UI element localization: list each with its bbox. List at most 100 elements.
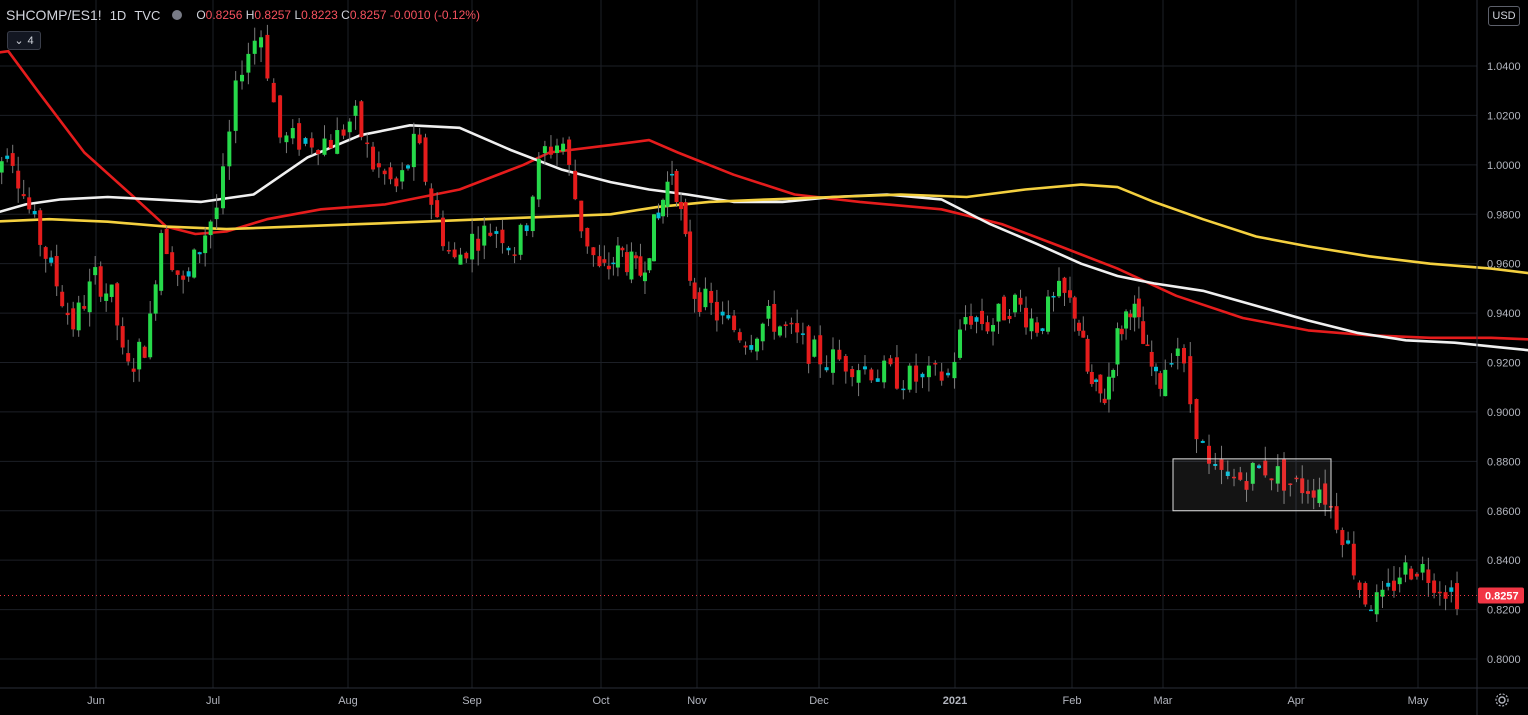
candle-body [561, 143, 566, 152]
candle-body [38, 210, 43, 245]
candle-body [597, 256, 602, 267]
time-tick-label: Apr [1287, 695, 1304, 707]
price-tick-label: 1.0200 [1487, 110, 1521, 122]
candle-body [208, 221, 213, 236]
price-tick-label: 0.9000 [1487, 407, 1521, 419]
candle-body [1068, 290, 1073, 298]
candle-body [365, 142, 370, 145]
candle-body [1077, 322, 1082, 331]
candle-body [5, 155, 10, 159]
time-tick-label: Dec [809, 695, 829, 707]
time-tick-label: Sep [462, 695, 482, 707]
candle-body [755, 338, 760, 352]
candle-body [458, 254, 463, 265]
candle-body [170, 252, 175, 271]
ma-line-yellow [0, 183, 1528, 275]
interval-label[interactable]: 1D [110, 8, 127, 23]
candle-body [500, 229, 505, 244]
candle-body [647, 258, 652, 271]
candle-body [406, 165, 411, 169]
candle-body [347, 121, 352, 133]
indicator-toggle-button[interactable]: ⌄ 4 [7, 31, 41, 50]
candle-body [683, 202, 688, 235]
candle-body [1153, 366, 1158, 372]
candle-body [1062, 277, 1067, 293]
candle-body [512, 254, 517, 256]
candle-body [920, 373, 925, 378]
source-label: TVC [134, 7, 161, 23]
candle-body [309, 138, 314, 148]
candle-body [749, 345, 754, 350]
candle-body [197, 252, 202, 255]
candle-body [0, 161, 4, 173]
settings-gear-icon[interactable] [1494, 692, 1510, 708]
candle-body [93, 267, 98, 276]
candle-body [907, 365, 912, 390]
candle-body [16, 170, 21, 189]
candle-body [573, 170, 578, 200]
time-tick-label: Jul [206, 695, 220, 707]
candle-body [417, 134, 422, 144]
candle-body [1085, 338, 1090, 372]
candle-body [760, 323, 765, 342]
candle-body [1051, 295, 1056, 298]
candle-body [585, 227, 590, 247]
candle-body [1029, 318, 1034, 332]
candle-body [958, 329, 963, 358]
candle-body [60, 291, 65, 307]
candle-body [1163, 369, 1168, 397]
price-tick-label: 0.9600 [1487, 259, 1521, 271]
candle-body [1094, 379, 1099, 382]
currency-button[interactable]: USD [1488, 6, 1520, 26]
candle-body [1145, 344, 1150, 347]
candle-body [548, 146, 553, 155]
candle-body [71, 308, 76, 330]
candle-body [435, 200, 440, 218]
candle-body [148, 313, 153, 358]
price-tick-label: 1.0000 [1487, 160, 1521, 172]
candle-body [732, 315, 737, 331]
candle-body [446, 249, 451, 252]
candle-body [411, 133, 416, 168]
candle-body [602, 259, 607, 263]
candle-body [482, 225, 487, 246]
status-dot-icon [172, 10, 183, 20]
time-tick-label: Feb [1063, 695, 1082, 707]
candle-body [303, 138, 308, 144]
candle-body [159, 233, 164, 291]
ma-line-red [0, 49, 1528, 341]
candle-body [629, 251, 634, 280]
candle-body [1072, 297, 1077, 319]
candle-body [969, 316, 974, 325]
candle-body [87, 281, 92, 313]
candle-body [394, 178, 399, 187]
open-value: 0.8256 [205, 8, 243, 22]
time-axis: Jun Jul Aug Sep Oct Nov Dec 2021 Feb Mar Apr May [0, 687, 1528, 707]
candle-body [476, 238, 481, 251]
symbol-label[interactable]: SHCOMP/ES1! [6, 7, 102, 23]
candle-body [32, 210, 37, 215]
price-chart[interactable]: 1.0400 1.0200 1.0000 0.9800 0.9600 0.9400 0.92… [0, 0, 1528, 715]
candle-body [1409, 568, 1414, 580]
time-tick-label: Jun [87, 695, 105, 707]
candle-body [1432, 580, 1437, 593]
candle-body [638, 256, 643, 276]
candle-body [555, 145, 560, 154]
candle-body [1455, 583, 1460, 610]
candle-body [963, 317, 968, 325]
candle-body [120, 326, 125, 348]
candle-body [506, 247, 511, 251]
candle-body [1136, 298, 1141, 318]
candle-body [10, 153, 15, 166]
price-tick-label: 0.8200 [1487, 605, 1521, 617]
candle-body [1111, 369, 1116, 378]
candle-body [126, 353, 131, 362]
candle-body [1403, 562, 1408, 575]
candle-body [240, 74, 245, 82]
candle-body [661, 199, 666, 217]
candle-body [1449, 587, 1454, 592]
candle-body [1194, 399, 1199, 440]
candle-body [1334, 506, 1339, 530]
candle-body [665, 181, 670, 207]
candle-body [656, 212, 661, 219]
